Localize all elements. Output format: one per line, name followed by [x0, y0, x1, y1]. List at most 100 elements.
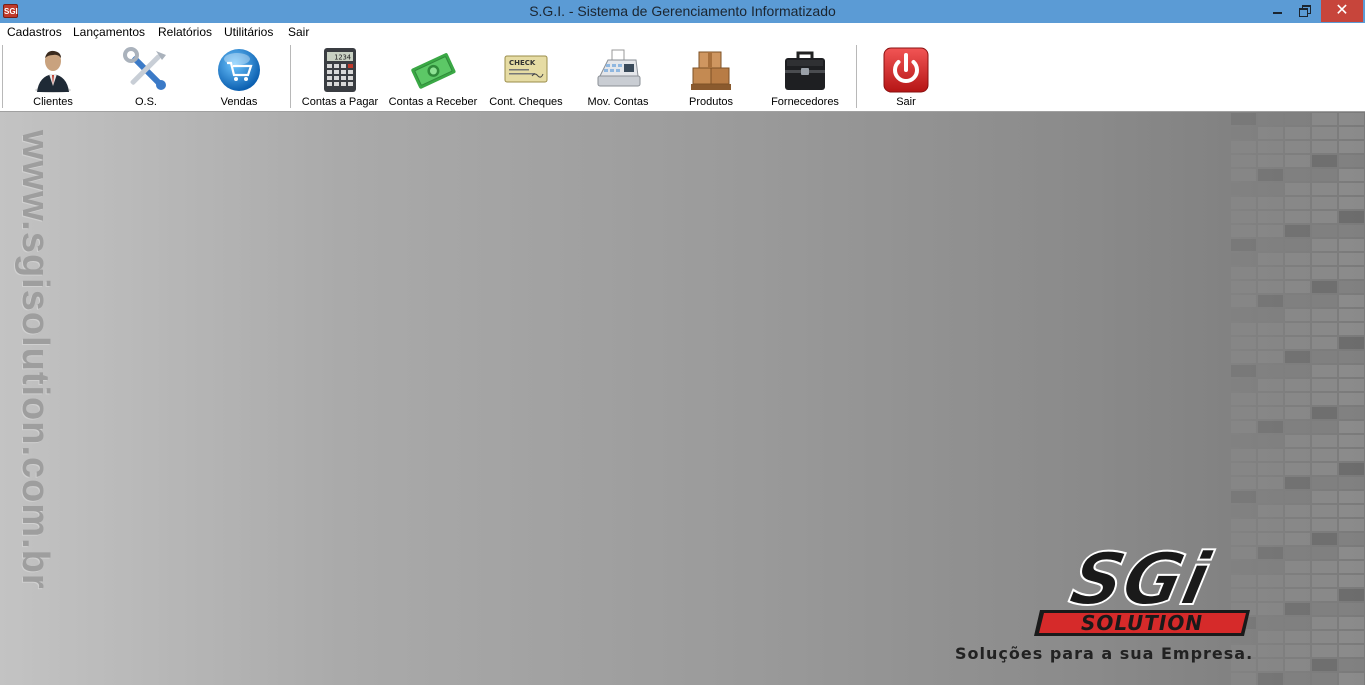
tile — [1312, 435, 1337, 447]
tile — [1339, 253, 1364, 265]
tile — [1285, 197, 1310, 209]
tile — [1312, 575, 1337, 587]
fornecedores-button[interactable]: Fornecedores — [759, 42, 851, 111]
minimize-button[interactable] — [1263, 0, 1291, 22]
tile — [1285, 603, 1310, 615]
tile — [1258, 267, 1283, 279]
tile — [1258, 463, 1283, 475]
tile — [1231, 309, 1256, 321]
toolbar-separator — [856, 45, 858, 108]
tile — [1339, 351, 1364, 363]
tile — [1339, 225, 1364, 237]
tile — [1312, 379, 1337, 391]
tile — [1312, 365, 1337, 377]
tile — [1258, 519, 1283, 531]
vendas-button[interactable]: Vendas — [193, 42, 285, 111]
tile — [1231, 281, 1256, 293]
tile — [1285, 141, 1310, 153]
briefcase-icon — [785, 51, 825, 90]
cash-register-icon — [597, 49, 641, 87]
tile — [1339, 435, 1364, 447]
tile — [1339, 309, 1364, 321]
tile — [1258, 491, 1283, 503]
os-button[interactable]: O.S. — [100, 42, 192, 111]
contas-receber-button[interactable]: Contas a Receber — [387, 42, 479, 111]
tile — [1258, 659, 1283, 671]
tile — [1312, 505, 1337, 517]
tile — [1339, 631, 1364, 643]
fornecedores-label: Fornecedores — [771, 96, 839, 108]
tile — [1312, 295, 1337, 307]
tile — [1231, 267, 1256, 279]
tile — [1285, 351, 1310, 363]
cont-cheques-button[interactable]: CHECK Cont. Cheques — [480, 42, 572, 111]
tile — [1258, 197, 1283, 209]
menu-relatorios[interactable]: Relatórios — [158, 25, 212, 39]
menu-bar: Cadastros Lançamentos Relatórios Utilitá… — [0, 23, 1365, 42]
tile — [1285, 239, 1310, 251]
tile — [1312, 253, 1337, 265]
tile — [1258, 421, 1283, 433]
tile — [1231, 379, 1256, 391]
sair-label: Sair — [896, 96, 916, 108]
svg-text:SOLUTION: SOLUTION — [1081, 611, 1203, 635]
window-title: S.G.I. - Sistema de Gerenciamento Inform… — [529, 3, 836, 19]
tile — [1231, 407, 1256, 419]
tile — [1312, 631, 1337, 643]
website-watermark: www.sgisolution.com.br — [14, 130, 56, 590]
tile — [1231, 197, 1256, 209]
tile — [1231, 463, 1256, 475]
tile — [1258, 309, 1283, 321]
tile — [1231, 491, 1256, 503]
tile — [1339, 337, 1364, 349]
tile — [1312, 141, 1337, 153]
sair-button[interactable]: Sair — [860, 42, 952, 111]
tile — [1231, 155, 1256, 167]
tile — [1312, 127, 1337, 139]
mov-contas-button[interactable]: Mov. Contas — [572, 42, 664, 111]
tile — [1285, 267, 1310, 279]
tile — [1285, 519, 1310, 531]
menu-lancamentos[interactable]: Lançamentos — [73, 25, 145, 39]
menu-sair[interactable]: Sair — [288, 25, 309, 39]
tile — [1285, 617, 1310, 629]
tile — [1258, 435, 1283, 447]
tile — [1312, 533, 1337, 545]
tile — [1258, 323, 1283, 335]
tile — [1258, 365, 1283, 377]
tile — [1285, 393, 1310, 405]
tile — [1339, 673, 1364, 685]
tile — [1339, 127, 1364, 139]
tile — [1231, 435, 1256, 447]
tile — [1258, 183, 1283, 195]
main-area: www.sgisolution.com.br SGi SOLUTION Solu… — [0, 112, 1365, 685]
tile — [1285, 631, 1310, 643]
tile — [1339, 393, 1364, 405]
tile — [1285, 477, 1310, 489]
clientes-button[interactable]: Clientes — [7, 42, 99, 111]
produtos-button[interactable]: Produtos — [665, 42, 757, 111]
tile — [1339, 421, 1364, 433]
tile — [1231, 477, 1256, 489]
tile — [1339, 617, 1364, 629]
tile — [1339, 239, 1364, 251]
tile — [1312, 645, 1337, 657]
menu-cadastros[interactable]: Cadastros — [7, 25, 62, 39]
tile — [1312, 407, 1337, 419]
tile — [1285, 309, 1310, 321]
tile — [1258, 169, 1283, 181]
tile — [1285, 379, 1310, 391]
tile — [1339, 603, 1364, 615]
tile — [1339, 547, 1364, 559]
menu-utilitarios[interactable]: Utilitários — [224, 25, 273, 39]
os-label: O.S. — [134, 96, 157, 108]
tile — [1231, 113, 1256, 125]
person-icon — [35, 50, 71, 93]
tile — [1339, 141, 1364, 153]
mov-contas-label: Mov. Contas — [587, 96, 649, 108]
contas-pagar-button[interactable]: 1234 Contas a Pagar — [294, 42, 386, 111]
tile — [1231, 225, 1256, 237]
close-button[interactable]: ✕ — [1321, 0, 1363, 22]
tile — [1339, 589, 1364, 601]
maximize-button[interactable] — [1291, 0, 1319, 22]
